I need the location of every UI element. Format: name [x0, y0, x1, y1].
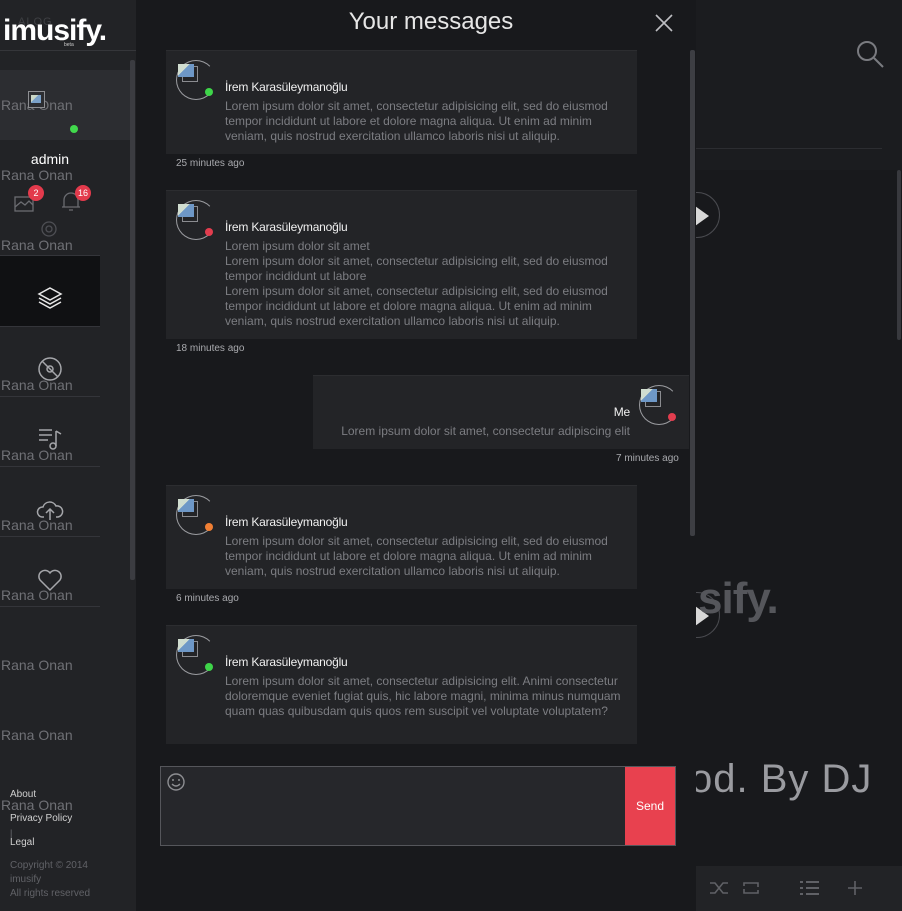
divider — [0, 606, 100, 607]
close-icon[interactable] — [654, 13, 674, 33]
modal-title: Your messages — [348, 8, 514, 35]
emoji-icon[interactable] — [166, 772, 186, 792]
ghost-label: Rana Onan — [1, 587, 73, 603]
message-text: Lorem ipsum dolor sit amet, consectetur … — [225, 674, 621, 718]
copyright-line: Copyright © 2014 — [10, 860, 88, 871]
logo[interactable]: imusify. — [3, 14, 107, 48]
layers-icon[interactable] — [36, 284, 64, 312]
message-item[interactable]: İrem Karasüleymanoğlu Lorem ipsum dolor … — [166, 625, 637, 744]
username: admin — [30, 151, 70, 167]
message-sender: İrem Karasüleymanoğlu — [225, 80, 348, 94]
message-time: 25 minutes ago — [176, 158, 245, 169]
footer-link-legal[interactable]: Legal — [10, 837, 34, 848]
status-dot — [205, 88, 213, 96]
divider — [0, 536, 100, 537]
status-dot — [205, 523, 213, 531]
message-avatar[interactable] — [176, 200, 216, 240]
footer-link-privacy[interactable]: Privacy Policy — [10, 813, 72, 824]
ghost-label: Rana Onan — [1, 237, 73, 253]
message-time: 6 minutes ago — [176, 593, 239, 604]
message-sender: İrem Karasüleymanoğlu — [225, 220, 348, 234]
message-item[interactable]: İrem Karasüleymanoğlu Lorem ipsum dolor … — [166, 50, 637, 154]
queue-list-icon[interactable] — [798, 878, 820, 898]
background-heading: od. By DJ — [690, 757, 873, 801]
message-composer: Send — [160, 766, 676, 846]
ghost-label: Rana Onan — [1, 727, 73, 743]
message-avatar[interactable] — [176, 495, 216, 535]
message-item[interactable]: İrem Karasüleymanoğlu Lorem ipsum dolor … — [166, 485, 637, 589]
message-time: 7 minutes ago — [616, 453, 679, 464]
ghost-label: Rana Onan — [1, 517, 73, 533]
status-dot — [205, 663, 213, 671]
notifications-badge: 16 — [75, 185, 91, 201]
message-sender: Me — [613, 405, 630, 419]
shuffle-icon[interactable] — [708, 878, 730, 898]
message-text: Lorem ipsum dolor sit amet, consectetur … — [225, 99, 608, 143]
divider — [0, 50, 136, 51]
online-status-dot — [70, 125, 78, 133]
divider — [0, 255, 100, 256]
search-icon[interactable] — [856, 40, 884, 68]
message-input[interactable] — [162, 768, 624, 844]
message-item[interactable]: İrem Karasüleymanoğlu Lorem ipsum dolor … — [166, 190, 637, 339]
sidebar: ALOG imusify. beta Rana Onan admin Rana … — [0, 0, 136, 911]
repeat-icon[interactable] — [740, 878, 762, 898]
message-text: Lorem ipsum dolor sit amet — [225, 239, 370, 253]
message-sender: İrem Karasüleymanoğlu — [225, 515, 348, 529]
copyright-line: All rights reserved — [10, 888, 91, 899]
copyright-line: imusify — [10, 874, 42, 885]
message-sender: İrem Karasüleymanoğlu — [225, 655, 348, 669]
footer-link-about[interactable]: About — [10, 789, 36, 800]
messages-badge: 2 — [28, 185, 44, 201]
ghost-label: Rana Onan — [1, 377, 73, 393]
ghost-label: Rana Onan — [1, 657, 73, 673]
add-icon[interactable] — [844, 878, 866, 898]
message-text: Lorem ipsum dolor sit amet, consectetur … — [225, 284, 608, 328]
message-time: 18 minutes ago — [176, 343, 245, 354]
background-logo: sify. — [698, 574, 779, 623]
status-dot — [668, 413, 676, 421]
message-text: Lorem ipsum dolor sit amet, consectetur … — [225, 534, 608, 578]
ghost-label: Rana Onan — [1, 447, 73, 463]
divider — [0, 396, 100, 397]
divider — [0, 326, 100, 327]
avatar[interactable] — [28, 91, 45, 108]
messages-modal: Your messages İrem Karasüleymanoğlu Lore… — [136, 0, 696, 911]
message-item-own[interactable]: Me Lorem ipsum dolor sit amet, consectet… — [313, 375, 689, 449]
sidebar-scrollbar[interactable] — [130, 60, 135, 580]
ghost-label: Rana Onan — [1, 167, 73, 183]
modal-scrollbar[interactable] — [690, 50, 695, 536]
message-avatar[interactable] — [176, 60, 216, 100]
scrollbar[interactable] — [897, 170, 901, 340]
beta-label: beta — [64, 42, 74, 48]
message-text: Lorem ipsum dolor sit amet, consectetur … — [225, 254, 608, 283]
divider — [0, 466, 100, 467]
message-avatar[interactable] — [176, 635, 216, 675]
message-avatar[interactable] — [639, 385, 679, 425]
status-dot — [205, 228, 213, 236]
divider — [696, 148, 882, 149]
message-text: Lorem ipsum dolor sit amet, consectetur … — [341, 424, 630, 438]
send-button[interactable]: Send — [625, 767, 675, 845]
